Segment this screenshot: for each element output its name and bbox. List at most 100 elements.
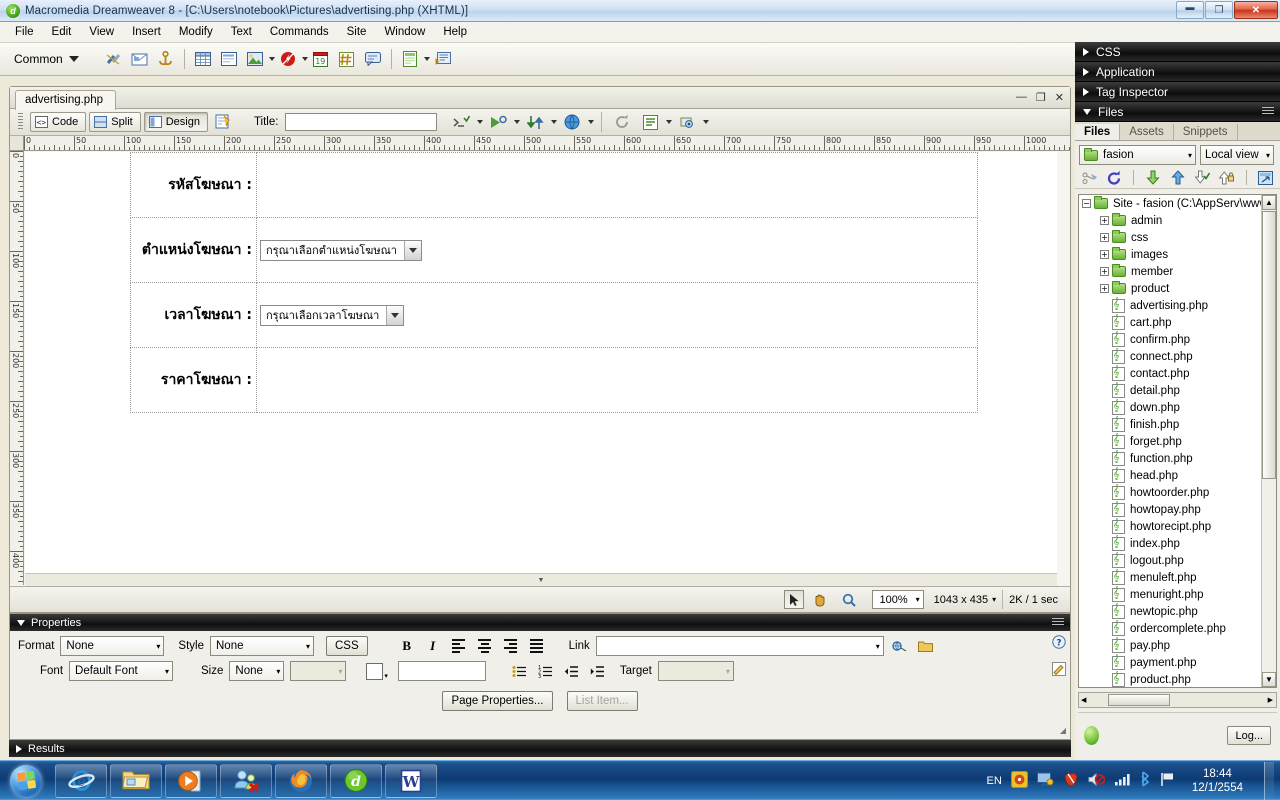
taskbar-word[interactable]: W xyxy=(385,763,437,798)
tree-file-item[interactable]: howtoorder.php xyxy=(1079,484,1276,501)
align-center-button[interactable] xyxy=(475,636,495,656)
site-select[interactable]: fasion ▾ xyxy=(1079,145,1196,165)
menu-file[interactable]: File xyxy=(6,23,43,41)
tree-file-item[interactable]: menuleft.php xyxy=(1079,569,1276,586)
window-size-select[interactable]: 1043 x 435 ▾ xyxy=(928,590,1002,609)
ad-position-select[interactable]: กรุณาเลือกตำแหน่งโฆษณา xyxy=(260,239,422,261)
visual-aids-icon[interactable] xyxy=(674,110,700,134)
tree-folder-item[interactable]: + member xyxy=(1079,263,1276,280)
toolbar-grip[interactable] xyxy=(18,113,23,131)
globe-icon[interactable] xyxy=(559,110,585,134)
menu-window[interactable]: Window xyxy=(375,23,434,41)
no-browser-check-errors-icon[interactable] xyxy=(448,110,474,134)
text-color-picker[interactable]: ▾ xyxy=(366,662,388,680)
tree-file-item[interactable]: detail.php xyxy=(1079,382,1276,399)
expand-toggle-icon[interactable]: + xyxy=(1100,233,1109,242)
tree-file-item[interactable]: product.php xyxy=(1079,671,1276,687)
view-select[interactable]: Local view ▾ xyxy=(1200,145,1274,165)
tree-folder-item[interactable]: + css xyxy=(1079,229,1276,246)
design-canvas[interactable]: รหัสโฆษณา : ตำแหน่งโฆษณา : กรุณาเลือกตำแ… xyxy=(25,152,1057,585)
triangle-right-icon[interactable] xyxy=(16,744,22,753)
list-item-button[interactable]: List Item... xyxy=(566,691,638,711)
align-right-button[interactable] xyxy=(501,636,521,656)
tray-language-indicator[interactable]: EN xyxy=(987,775,1002,787)
tray-bluetooth-icon[interactable] xyxy=(1139,771,1151,790)
ad-time-select[interactable]: กรุณาเลือกเวลาโฆษณา xyxy=(260,304,405,326)
scrollbar-thumb[interactable] xyxy=(1262,211,1276,479)
tree-file-item[interactable]: ordercomplete.php xyxy=(1079,620,1276,637)
triangle-down-icon[interactable] xyxy=(17,619,25,626)
css-button[interactable]: CSS xyxy=(326,636,368,656)
menu-edit[interactable]: Edit xyxy=(43,23,81,41)
tree-folder-item[interactable]: + admin xyxy=(1079,212,1276,229)
tray-antivirus-icon[interactable] xyxy=(1063,771,1079,790)
tree-file-item[interactable]: down.php xyxy=(1079,399,1276,416)
media-flash-icon[interactable] xyxy=(275,47,301,71)
design-view-button[interactable]: Design xyxy=(143,112,208,132)
collapse-toggle-icon[interactable]: − xyxy=(1082,199,1091,208)
help-icon[interactable]: ? xyxy=(1052,635,1066,652)
tray-signal-icon[interactable] xyxy=(1114,773,1130,789)
tree-file-item[interactable]: pay.php xyxy=(1079,637,1276,654)
panel-application[interactable]: Application xyxy=(1075,62,1280,82)
connect-to-remote-host-icon[interactable] xyxy=(1079,166,1101,190)
link-input[interactable]: ▾ xyxy=(595,636,884,656)
tree-file-item[interactable]: forget.php xyxy=(1079,433,1276,450)
image-icon[interactable] xyxy=(242,47,268,71)
document-restore-button[interactable]: ❐ xyxy=(1036,91,1046,104)
tree-file-item[interactable]: payment.php xyxy=(1079,654,1276,671)
properties-panel-resize-grip[interactable]: ◢ xyxy=(1060,724,1066,736)
start-button[interactable] xyxy=(0,762,52,800)
split-view-button[interactable]: Split xyxy=(89,112,141,132)
chevron-down-icon[interactable] xyxy=(551,120,558,124)
page-title-input[interactable] xyxy=(285,113,438,131)
expand-toggle-icon[interactable]: + xyxy=(1100,216,1109,225)
canvas-horizontal-scrollbar[interactable]: ▼ xyxy=(25,573,1057,586)
align-left-button[interactable] xyxy=(449,636,469,656)
taskbar-clock[interactable]: 18:44 12/1/2554 xyxy=(1184,767,1251,795)
restore-button[interactable]: ❐ xyxy=(1205,1,1233,19)
tab-assets[interactable]: Assets xyxy=(1120,124,1174,140)
taskbar-internet-explorer[interactable]: e xyxy=(55,763,107,798)
tree-file-item[interactable]: contact.php xyxy=(1079,365,1276,382)
format-select[interactable]: None ▾ xyxy=(60,636,165,656)
tray-network-icon[interactable] xyxy=(1036,772,1054,790)
check-out-icon[interactable] xyxy=(1191,166,1213,190)
justify-button[interactable] xyxy=(527,636,547,656)
tray-volume-muted-icon[interactable] xyxy=(1088,772,1106,790)
scrollbar-thumb[interactable] xyxy=(1108,694,1171,706)
properties-panel-header[interactable]: Properties xyxy=(10,614,1070,631)
chevron-down-icon[interactable] xyxy=(403,240,421,260)
zoom-level-select[interactable]: 100% ▾ xyxy=(872,590,924,609)
get-files-icon[interactable] xyxy=(1142,166,1164,190)
scroll-up-arrow[interactable]: ▲ xyxy=(1262,195,1276,210)
menu-view[interactable]: View xyxy=(80,23,123,41)
chevron-down-icon[interactable] xyxy=(666,120,673,124)
select-tool-icon[interactable] xyxy=(784,590,805,609)
chevron-down-icon[interactable] xyxy=(703,120,710,124)
expand-toggle-icon[interactable]: + xyxy=(1100,267,1109,276)
refresh-icon[interactable] xyxy=(1104,166,1126,190)
outdent-button[interactable] xyxy=(562,661,582,681)
horizontal-ruler[interactable]: 0 50 100 150 200 250 300 350 400 450 500 550 600 650 7… xyxy=(24,136,1070,151)
table-icon[interactable] xyxy=(190,47,216,71)
panel-options-icon[interactable] xyxy=(1262,107,1274,116)
expand-toggle-icon[interactable]: + xyxy=(1100,284,1109,293)
scroll-right-arrow[interactable]: ▶ xyxy=(1268,696,1273,704)
tree-horizontal-scrollbar[interactable]: ◀ ▶ xyxy=(1078,692,1277,708)
email-link-icon[interactable] xyxy=(127,47,153,71)
tree-file-item[interactable]: logout.php xyxy=(1079,552,1276,569)
tree-file-item[interactable]: howtorecipt.php xyxy=(1079,518,1276,535)
browse-for-file-icon[interactable] xyxy=(916,636,936,656)
menu-text[interactable]: Text xyxy=(222,23,261,41)
menu-commands[interactable]: Commands xyxy=(261,23,338,41)
live-data-icon[interactable] xyxy=(211,110,237,134)
refresh-design-view-icon[interactable] xyxy=(609,110,635,134)
tree-file-item[interactable]: index.php xyxy=(1079,535,1276,552)
view-options-icon[interactable] xyxy=(637,110,663,134)
hand-tool-icon[interactable] xyxy=(807,588,833,612)
indent-button[interactable] xyxy=(588,661,608,681)
results-panel-header[interactable]: Results xyxy=(9,740,1071,757)
tree-file-item[interactable]: advertising.php xyxy=(1079,297,1276,314)
tree-file-item[interactable]: confirm.php xyxy=(1079,331,1276,348)
